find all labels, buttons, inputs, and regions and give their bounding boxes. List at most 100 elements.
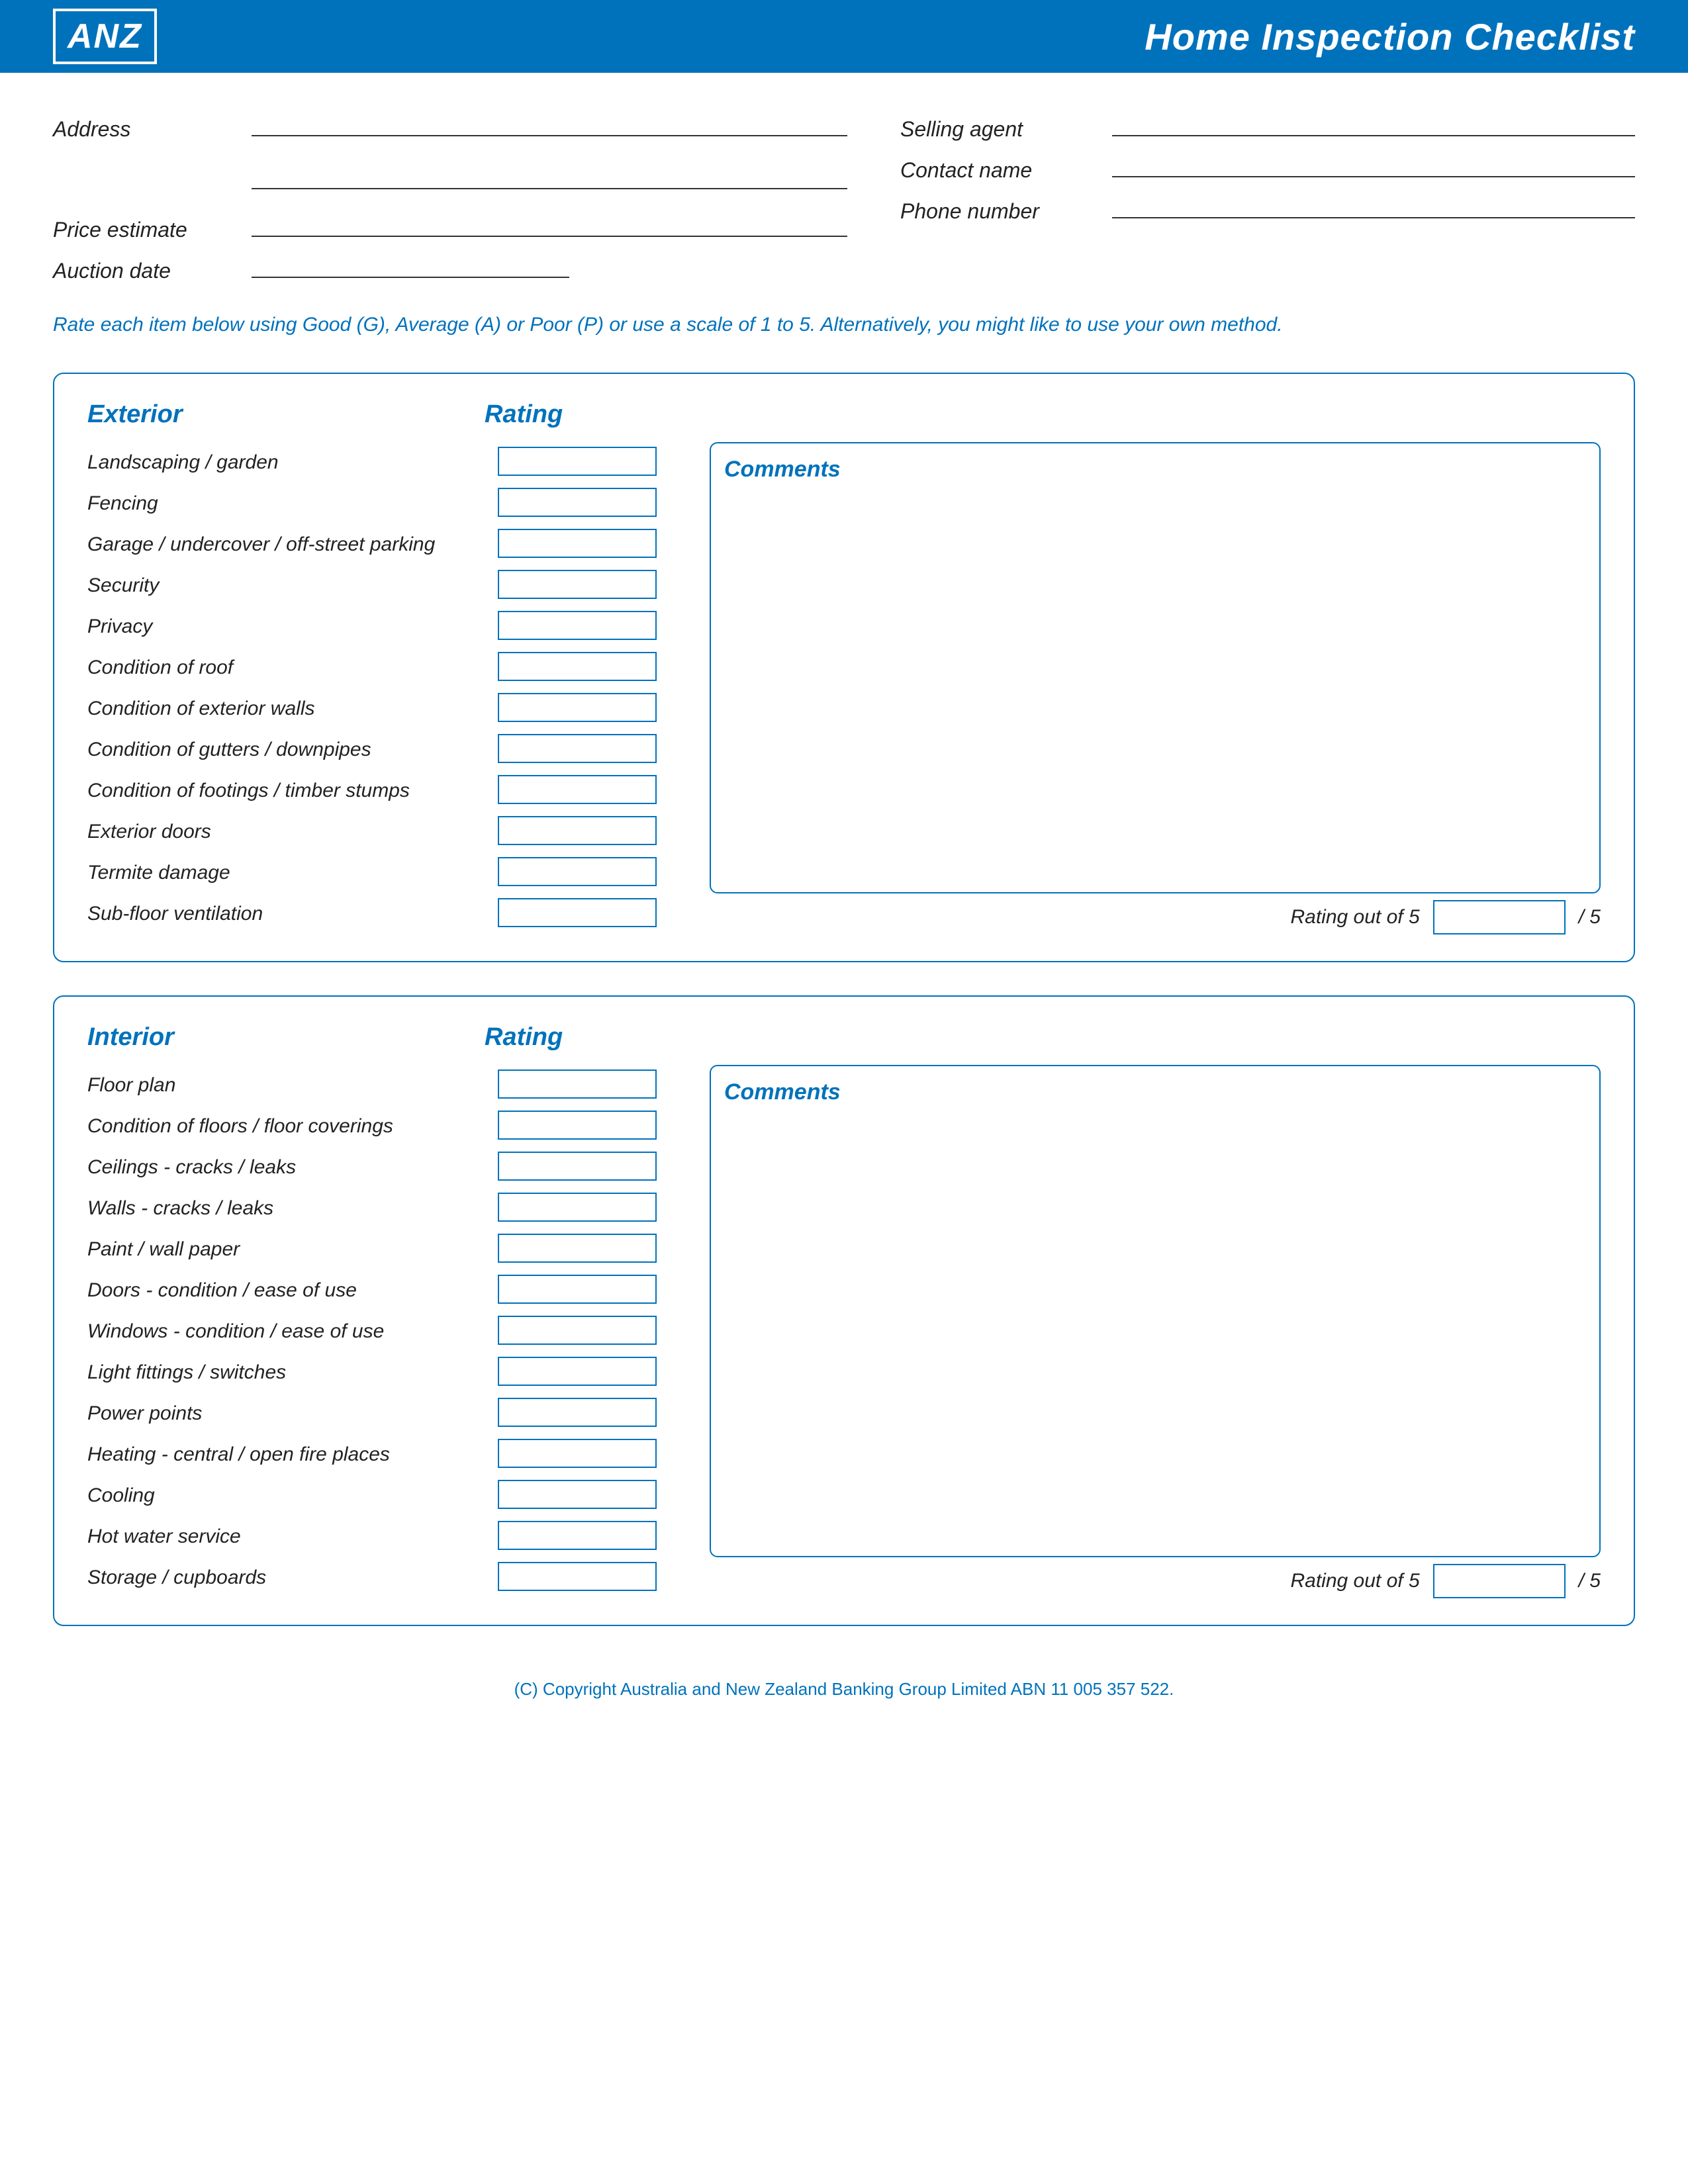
- exterior-item-9: Exterior doors: [87, 811, 471, 852]
- exterior-rating-input-9[interactable]: [498, 816, 657, 845]
- interior-rating-row-7: [498, 1352, 683, 1393]
- selling-agent-row: Selling agent: [900, 113, 1635, 142]
- interior-content: Floor plan Condition of floors / floor co…: [87, 1065, 1601, 1598]
- price-estimate-input[interactable]: [252, 213, 847, 237]
- exterior-rating-row-4: [498, 606, 683, 647]
- exterior-rating-row-5: [498, 647, 683, 688]
- interior-rating-row-2: [498, 1147, 683, 1188]
- address-left: Address Price estimate Auction date: [53, 113, 847, 283]
- interior-item-label-0: Floor plan: [87, 1074, 175, 1097]
- exterior-rating-input-2[interactable]: [498, 529, 657, 558]
- exterior-rating-input-11[interactable]: [498, 898, 657, 927]
- auction-date-row: Auction date: [53, 254, 847, 283]
- address-right: Selling agent Contact name Phone number: [847, 113, 1635, 283]
- interior-rating-input-10[interactable]: [498, 1480, 657, 1509]
- interior-item-12: Storage / cupboards: [87, 1557, 471, 1598]
- interior-rating-input-5[interactable]: [498, 1275, 657, 1304]
- exterior-item-label-6: Condition of exterior walls: [87, 698, 315, 720]
- exterior-rating-row-9: [498, 811, 683, 852]
- exterior-item-2: Garage / undercover / off-street parking: [87, 524, 471, 565]
- exterior-title: Exterior: [87, 400, 485, 429]
- exterior-rating-row-7: [498, 729, 683, 770]
- interior-rating-row-0: [498, 1065, 683, 1106]
- interior-rating-header: Rating: [485, 1023, 683, 1052]
- exterior-ratings: [498, 442, 683, 934]
- anz-logo-text: ANZ: [68, 17, 142, 56]
- footer: (C) Copyright Australia and New Zealand …: [53, 1659, 1635, 1726]
- interior-ratings: [498, 1065, 683, 1598]
- interior-rating-input-3[interactable]: [498, 1193, 657, 1222]
- exterior-rating-row-2: [498, 524, 683, 565]
- exterior-comments-col: Comments Rating out of 5 / 5: [710, 442, 1601, 934]
- interior-rating-input-6[interactable]: [498, 1316, 657, 1345]
- exterior-rating-suffix: / 5: [1579, 906, 1601, 929]
- address-line2-input[interactable]: [252, 165, 847, 189]
- interior-section: Interior Rating Floor plan Condition of f…: [53, 995, 1635, 1626]
- page-title: Home Inspection Checklist: [1145, 15, 1635, 58]
- interior-item-6: Windows - condition / ease of use: [87, 1311, 471, 1352]
- contact-name-input[interactable]: [1112, 154, 1635, 177]
- interior-item-label-2: Ceilings - cracks / leaks: [87, 1156, 296, 1179]
- exterior-rating-input-1[interactable]: [498, 488, 657, 517]
- interior-header: Interior Rating: [87, 1023, 1601, 1052]
- address-line1-input[interactable]: [252, 113, 847, 136]
- interior-item-label-10: Cooling: [87, 1484, 155, 1507]
- main-content: Address Price estimate Auction date Sell…: [0, 73, 1688, 1766]
- exterior-rating-input-0[interactable]: [498, 447, 657, 476]
- interior-rating-input-9[interactable]: [498, 1439, 657, 1468]
- interior-rating-row-5: [498, 1270, 683, 1311]
- interior-item-3: Walls - cracks / leaks: [87, 1188, 471, 1229]
- exterior-item-label-7: Condition of gutters / downpipes: [87, 739, 371, 761]
- interior-rating-input-12[interactable]: [498, 1562, 657, 1591]
- exterior-item-11: Sub-floor ventilation: [87, 893, 471, 934]
- exterior-comments-label: Comments: [724, 457, 841, 482]
- price-estimate-label: Price estimate: [53, 218, 238, 242]
- phone-number-input[interactable]: [1112, 195, 1635, 218]
- exterior-item-label-5: Condition of roof: [87, 657, 233, 679]
- interior-item-label-3: Walls - cracks / leaks: [87, 1197, 273, 1220]
- interior-rating-input-11[interactable]: [498, 1521, 657, 1550]
- exterior-rating-row-11: [498, 893, 683, 934]
- interior-rating-input-2[interactable]: [498, 1152, 657, 1181]
- exterior-rating-input-7[interactable]: [498, 734, 657, 763]
- interior-rating-input-4[interactable]: [498, 1234, 657, 1263]
- interior-items: Floor plan Condition of floors / floor co…: [87, 1065, 471, 1598]
- selling-agent-input[interactable]: [1112, 113, 1635, 136]
- interior-rating-row-1: [498, 1106, 683, 1147]
- interior-item-label-1: Condition of floors / floor coverings: [87, 1115, 393, 1138]
- exterior-rating-input-4[interactable]: [498, 611, 657, 640]
- exterior-item-label-10: Termite damage: [87, 862, 230, 884]
- interior-rating-out-of-input[interactable]: [1433, 1564, 1566, 1598]
- exterior-rating-input-6[interactable]: [498, 693, 657, 722]
- interior-rating-input-8[interactable]: [498, 1398, 657, 1427]
- exterior-rating-row-6: [498, 688, 683, 729]
- address-row2: [53, 165, 847, 189]
- selling-agent-label: Selling agent: [900, 117, 1099, 142]
- exterior-item-label-1: Fencing: [87, 492, 158, 515]
- exterior-rating-input-8[interactable]: [498, 775, 657, 804]
- exterior-rating-row-8: [498, 770, 683, 811]
- auction-date-input[interactable]: [252, 254, 569, 278]
- interior-item-label-6: Windows - condition / ease of use: [87, 1320, 384, 1343]
- exterior-item-7: Condition of gutters / downpipes: [87, 729, 471, 770]
- interior-item-7: Light fittings / switches: [87, 1352, 471, 1393]
- interior-rating-row-11: [498, 1516, 683, 1557]
- anz-logo: ANZ: [53, 9, 157, 64]
- exterior-rating-input-5[interactable]: [498, 652, 657, 681]
- interior-rating-row-6: [498, 1311, 683, 1352]
- copyright-text: (C) Copyright Australia and New Zealand …: [514, 1679, 1174, 1699]
- exterior-section: Exterior Rating Landscaping / gardenFenc…: [53, 373, 1635, 962]
- address-label: Address: [53, 117, 238, 142]
- interior-item-label-9: Heating - central / open fire places: [87, 1443, 390, 1466]
- interior-item-label-5: Doors - condition / ease of use: [87, 1279, 357, 1302]
- interior-item-label-8: Power points: [87, 1402, 202, 1425]
- interior-rating-input-1[interactable]: [498, 1111, 657, 1140]
- interior-rating-input-0[interactable]: [498, 1069, 657, 1099]
- price-estimate-row: Price estimate: [53, 213, 847, 242]
- exterior-rating-input-3[interactable]: [498, 570, 657, 599]
- interior-rating-input-7[interactable]: [498, 1357, 657, 1386]
- interior-rating-row-8: [498, 1393, 683, 1434]
- exterior-rating-input-10[interactable]: [498, 857, 657, 886]
- exterior-rating-out-of-input[interactable]: [1433, 900, 1566, 934]
- exterior-item-10: Termite damage: [87, 852, 471, 893]
